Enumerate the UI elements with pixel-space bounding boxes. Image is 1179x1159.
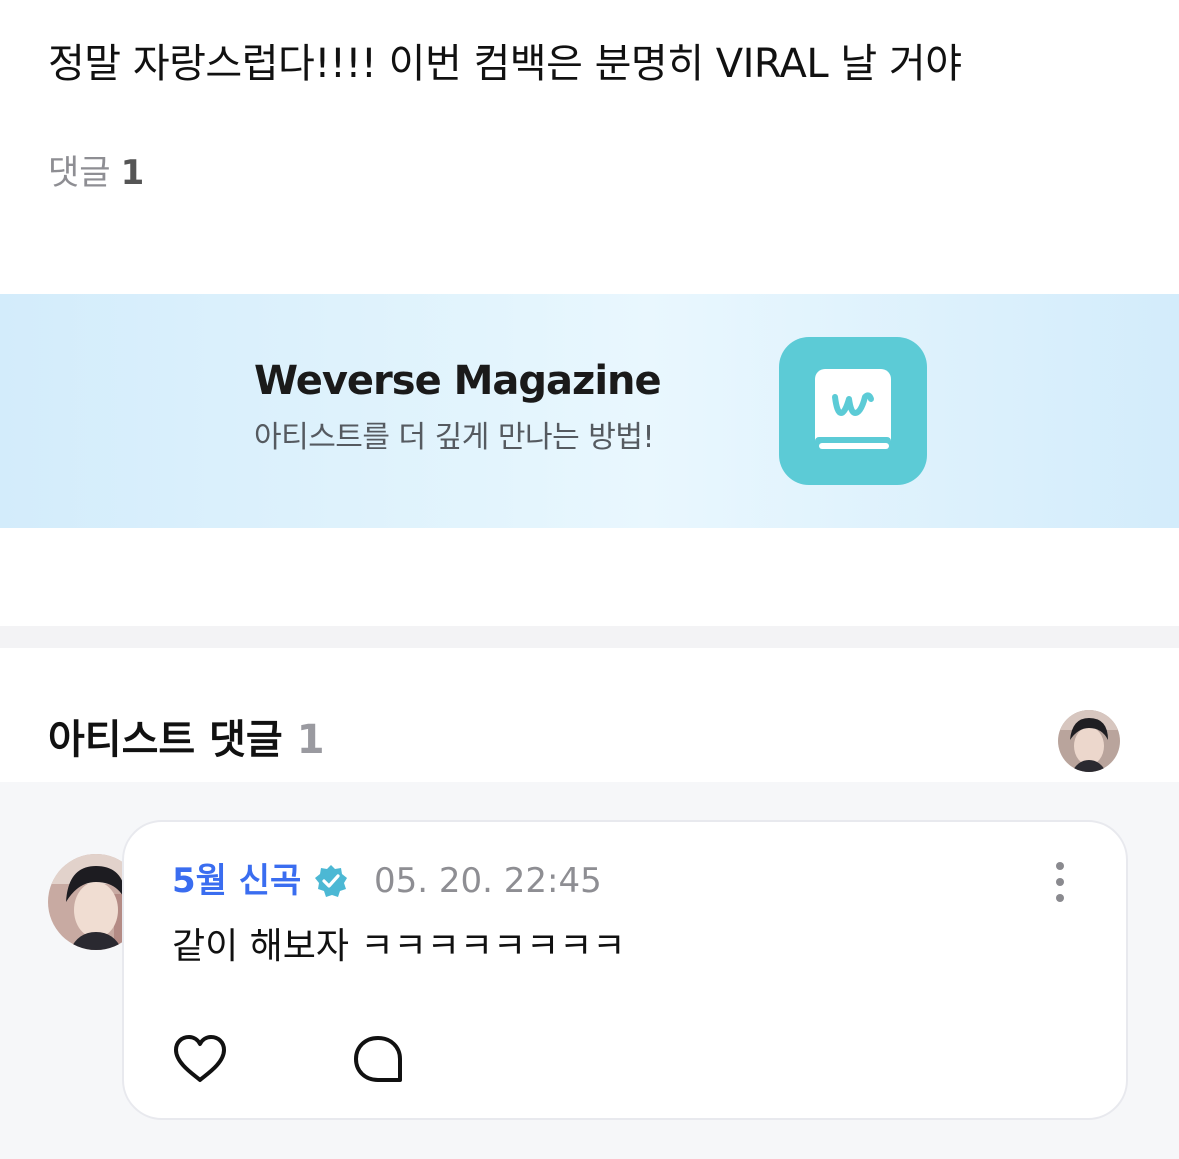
weverse-magazine-banner[interactable]: Weverse Magazine 아티스트를 더 깊게 만나는 방법! (0, 294, 1179, 528)
banner-title: Weverse Magazine (254, 358, 662, 404)
comment-timestamp: 05. 20. 22:45 (374, 861, 602, 901)
post-content: 정말 자랑스럽다!!!! 이번 컴백은 분명히 VIRAL 날 거야 (48, 41, 962, 87)
comment-count-label: 댓글 (48, 153, 111, 193)
comment-count-number: 1 (120, 153, 145, 193)
weverse-magazine-book-icon (779, 337, 927, 485)
more-vertical-icon[interactable] (1042, 858, 1078, 906)
comment-author-name[interactable]: 5월 신곡 (172, 858, 301, 904)
artist-comment-card: 5월 신곡 05. 20. 22:45 같이 해보자 ㅋㅋㅋㅋㅋㅋㅋㅋ (122, 820, 1128, 1120)
artist-avatar-filter[interactable] (1058, 710, 1120, 772)
comment-count[interactable]: 댓글 1 (48, 150, 144, 196)
comment-bubble-icon[interactable] (348, 1032, 408, 1086)
artist-comments-heading: 아티스트 댓글 1 (48, 712, 325, 768)
artist-comments-count: 1 (296, 717, 325, 763)
post-page: 정말 자랑스럽다!!!! 이번 컴백은 분명히 VIRAL 날 거야 댓글 1 W… (0, 0, 1179, 1159)
verified-badge-icon (314, 864, 348, 898)
heart-icon[interactable] (170, 1032, 230, 1086)
section-divider (0, 626, 1179, 648)
comment-body: 같이 해보자 ㅋㅋㅋㅋㅋㅋㅋㅋ (172, 926, 626, 967)
artist-comments-title: 아티스트 댓글 (48, 717, 283, 763)
banner-subtitle: 아티스트를 더 깊게 만나는 방법! (254, 420, 654, 455)
